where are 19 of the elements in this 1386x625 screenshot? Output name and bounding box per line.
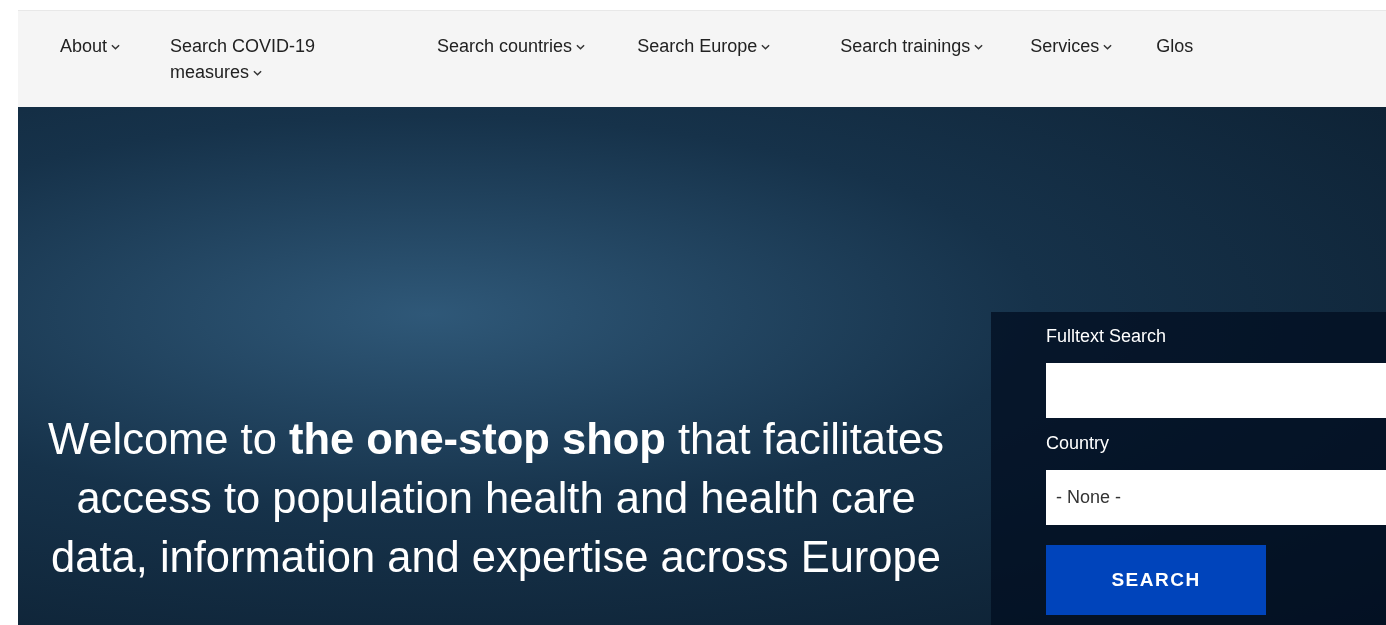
nav-link[interactable]: Search COVID-19 measures [170, 33, 388, 85]
nav-link[interactable]: About [60, 33, 121, 59]
caret-icon [253, 70, 263, 77]
caret-icon [1103, 44, 1113, 51]
fulltext-search-field[interactable] [1046, 363, 1386, 418]
field-label: Fulltext Search [1046, 325, 1167, 348]
caret-icon [761, 44, 771, 51]
caret-icon [974, 44, 984, 51]
caret-icon [576, 44, 586, 51]
hero-headline: Welcome to the one-stop shop that facilitates access to population health and health care data, information and expertise across Europe [47, 414, 945, 583]
nav-link[interactable]: Search countries [437, 33, 586, 59]
nav-link[interactable]: Services [1030, 33, 1113, 59]
nav-link[interactable]: Search Europe [637, 33, 771, 59]
country-select[interactable]: - None - [1046, 470, 1386, 525]
caret-icon [111, 44, 121, 51]
field-label: Country [1046, 432, 1110, 455]
nav-link[interactable]: Search trainings [840, 33, 984, 59]
search-button[interactable]: SEARCH [1046, 545, 1266, 615]
nav-link[interactable]: Glos [1156, 33, 1194, 59]
